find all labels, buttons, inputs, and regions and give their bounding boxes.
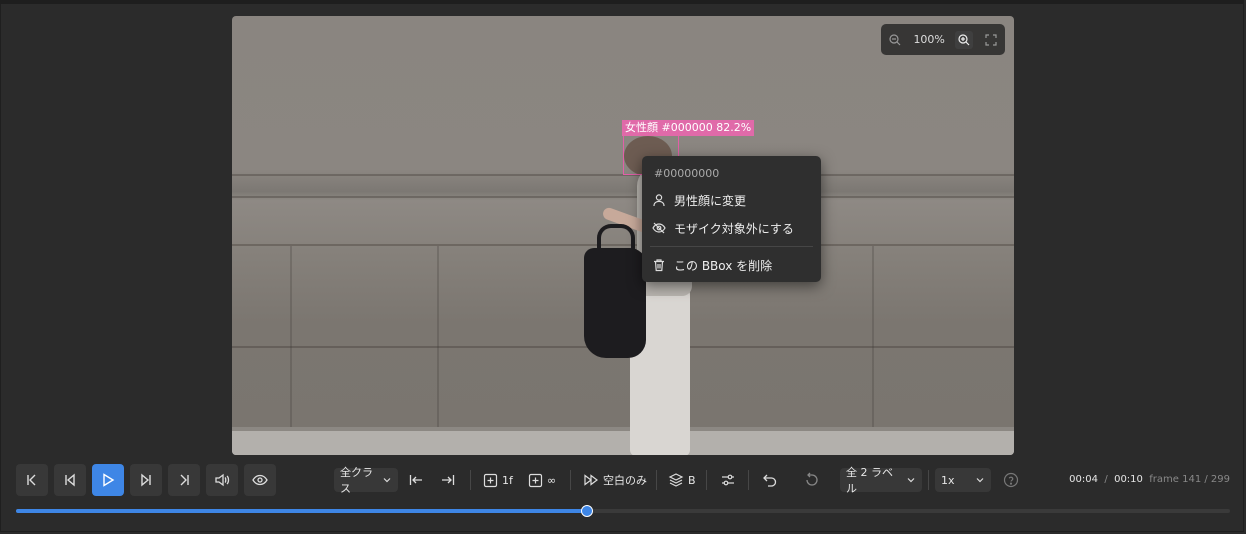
reset-button[interactable] <box>804 468 820 492</box>
zoom-in-icon[interactable] <box>954 30 973 49</box>
menu-item-delete-bbox[interactable]: この BBox を削除 <box>652 254 772 276</box>
tote-bag <box>584 248 646 358</box>
help-button[interactable] <box>1003 468 1019 492</box>
add-bbox-infinite-label: ∞ <box>547 473 557 487</box>
time-readout: 00:04 / 00:10 frame 141 / 299 <box>1069 474 1230 485</box>
add-bbox-1f-label: 1f <box>502 473 513 487</box>
label-filter-value: 全 2 ラベル <box>846 466 893 495</box>
current-time: 00:04 <box>1069 474 1098 485</box>
zoom-controls: 100% <box>881 24 1005 55</box>
prev-frame-button[interactable] <box>54 464 86 496</box>
toolbar-divider <box>928 470 929 490</box>
video-frame[interactable]: 女性顔 #000000 82.2% <box>232 16 1014 455</box>
seek-bar-handle[interactable] <box>580 505 593 517</box>
next-frame-button[interactable] <box>130 464 162 496</box>
class-filter-value: 全クラス <box>340 466 373 495</box>
sliders-icon <box>720 472 736 488</box>
menu-item-exclude-mosaic[interactable]: モザイク対象外にする <box>652 217 794 239</box>
person-icon <box>652 193 666 207</box>
add-bbox-1f-button[interactable]: 1f <box>483 468 513 492</box>
arrow-left-bar-icon <box>408 472 424 488</box>
jump-prev-detection-button[interactable] <box>408 468 424 492</box>
fast-forward-icon <box>583 472 599 488</box>
layers-icon <box>668 472 684 488</box>
menu-divider <box>650 246 813 247</box>
chevron-down-icon <box>382 475 392 485</box>
toolbar-divider <box>706 470 707 490</box>
jump-next-detection-button[interactable] <box>440 468 456 492</box>
blank-only-label: 空白のみ <box>603 474 647 487</box>
undo-icon <box>762 472 778 488</box>
undo-button[interactable] <box>762 468 778 492</box>
speed-value: 1x <box>941 473 955 487</box>
menu-item-label: この BBox を削除 <box>674 258 773 273</box>
layer-toggle-button[interactable]: B <box>668 468 696 492</box>
toolbar-divider <box>656 470 657 490</box>
rotate-ccw-icon <box>804 472 820 488</box>
layer-label: B <box>688 473 696 487</box>
sidewalk <box>232 431 1014 455</box>
wall-joint <box>872 246 874 435</box>
visibility-toggle-button[interactable] <box>244 464 276 496</box>
plus-square-icon <box>483 473 498 488</box>
wall-ledge <box>232 196 1014 198</box>
trash-icon <box>652 258 666 272</box>
bbox-label[interactable]: 女性顔 #000000 82.2% <box>622 120 755 136</box>
frame-counter: frame 141 / 299 <box>1149 474 1230 485</box>
menu-item-label: 男性顔に変更 <box>674 193 747 208</box>
bbox-context-menu: #00000000 男性顔に変更 モザイク対象外にする この BBox を削除 <box>642 156 821 282</box>
go-to-start-button[interactable] <box>16 464 48 496</box>
menu-item-change-to-male[interactable]: 男性顔に変更 <box>652 189 746 211</box>
adjust-settings-button[interactable] <box>720 468 736 492</box>
help-circle-icon <box>1003 472 1019 488</box>
speed-select[interactable]: 1x <box>935 468 991 492</box>
class-filter-select[interactable]: 全クラス <box>334 466 398 495</box>
eye-off-icon <box>652 221 666 235</box>
menu-header-id: #00000000 <box>654 167 720 180</box>
chevron-down-icon <box>975 475 985 485</box>
arrow-right-bar-icon <box>440 472 456 488</box>
toolbar-divider <box>748 470 749 490</box>
seek-bar[interactable] <box>16 505 1230 517</box>
go-to-end-button[interactable] <box>168 464 200 496</box>
wall-joint <box>290 246 292 435</box>
blank-only-button[interactable]: 空白のみ <box>583 468 647 492</box>
toolbar-divider <box>470 470 471 490</box>
add-bbox-infinite-button[interactable]: ∞ <box>528 468 556 492</box>
zoom-out-icon[interactable] <box>886 31 904 49</box>
fullscreen-icon[interactable] <box>982 31 1000 49</box>
play-button[interactable] <box>92 464 124 496</box>
menu-item-label: モザイク対象外にする <box>674 221 794 236</box>
plus-square-icon <box>528 473 543 488</box>
volume-button[interactable] <box>206 464 238 496</box>
total-time: 00:10 <box>1114 474 1143 485</box>
label-filter-select[interactable]: 全 2 ラベル <box>840 466 922 495</box>
chevron-down-icon <box>906 475 916 485</box>
zoom-level: 100% <box>913 33 945 46</box>
wall-joint <box>437 246 439 435</box>
toolbar-divider <box>570 470 571 490</box>
seek-bar-fill <box>16 509 587 513</box>
time-separator: / <box>1104 474 1108 485</box>
